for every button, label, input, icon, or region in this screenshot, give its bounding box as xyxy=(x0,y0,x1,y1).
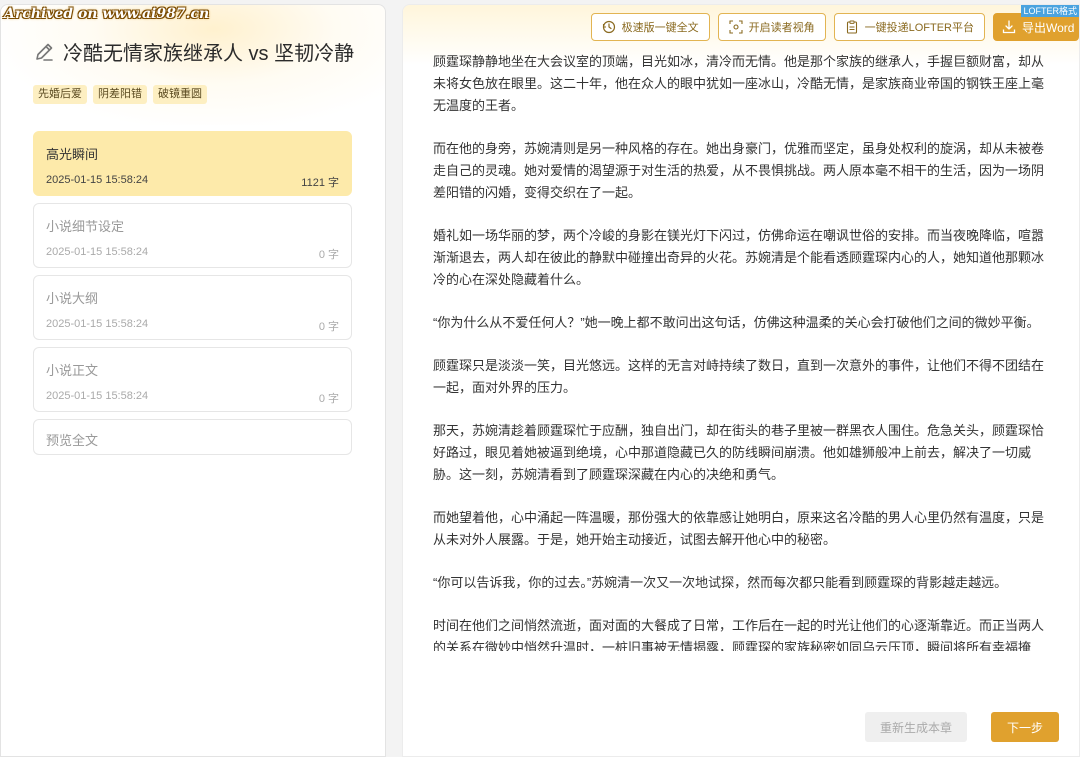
section-word-count: 1121 字 xyxy=(301,177,339,189)
paragraph: 时间在他们之间悄然流逝，面对面的大餐成了日常，工作后在一起的时光让他们的心逐渐靠… xyxy=(433,618,1045,651)
content-panel: LOFTER格式 极速版一键全文 开启读者视角 一键投递LOFTER平台 导出W… xyxy=(402,4,1080,757)
lofter-format-badge: LOFTER格式 xyxy=(1021,5,1079,17)
export-word-label: 导出Word xyxy=(1022,20,1075,35)
paragraph: 而她望着他，心中涌起一阵温暖，那份强大的依靠感让她明白，原来这名冷酷的男人心里仍… xyxy=(433,510,1045,547)
export-word-button[interactable]: 导出Word xyxy=(993,13,1079,41)
section-title: 高光瞬间 xyxy=(46,147,99,162)
paragraph: 顾霆琛静静地坐在大会议室的顶端，目光如冰，清冷而无情。他是那个家族的继承人，手握… xyxy=(433,54,1045,113)
section-title: 小说大纲 xyxy=(46,291,99,306)
lofter-submit-button[interactable]: 一键投递LOFTER平台 xyxy=(833,13,985,41)
quick-full-text-button[interactable]: 极速版一键全文 xyxy=(590,13,710,41)
paragraph: 而在他的身旁，苏婉清则是另一种风格的存在。她出身豪门，优雅而坚定，虽身处权利的旋… xyxy=(433,141,1045,200)
preview-full-text-button[interactable]: 预览全文 xyxy=(33,419,352,455)
story-header: 冷酷无情家族继承人 vs 坚韧冷静 xyxy=(33,37,354,66)
tag: 破镜重圆 xyxy=(153,85,207,104)
section-date: 2025-01-15 15:58:24 xyxy=(46,318,149,330)
preview-label: 预览全文 xyxy=(46,433,99,448)
section-date: 2025-01-15 15:58:24 xyxy=(46,174,149,186)
toolbar: 极速版一键全文 开启读者视角 一键投递LOFTER平台 导出Word xyxy=(590,13,1079,41)
section-word-count: 0 字 xyxy=(318,249,339,261)
section-title: 小说正文 xyxy=(46,363,99,378)
section-card-outline[interactable]: 小说大纲 2025-01-15 15:58:24 0 字 xyxy=(33,275,352,340)
tag-list: 先婚后爱 阴差阳错 破镜重圆 xyxy=(33,85,207,104)
scan-eye-icon xyxy=(729,20,743,34)
reader-view-button[interactable]: 开启读者视角 xyxy=(717,13,826,41)
section-word-count: 0 字 xyxy=(318,393,339,405)
section-card-details[interactable]: 小说细节设定 2025-01-15 15:58:24 0 字 xyxy=(33,203,352,268)
story-title: 冷酷无情家族继承人 vs 坚韧冷静 xyxy=(63,43,355,65)
paragraph: “你为什么从不爱任何人？”她一晚上都不敢问出这句话，仿佛这种温柔的关心会打破他们… xyxy=(433,315,1040,330)
lofter-submit-label: 一键投递LOFTER平台 xyxy=(864,22,974,34)
left-sidebar: 冷酷无情家族继承人 vs 坚韧冷静 先婚后爱 阴差阳错 破镜重圆 高光瞬间 20… xyxy=(0,4,386,757)
download-icon xyxy=(1002,20,1016,34)
tag: 先婚后爱 xyxy=(33,85,87,104)
quick-full-text-label: 极速版一键全文 xyxy=(621,22,699,34)
section-date: 2025-01-15 15:58:24 xyxy=(46,390,149,402)
reader-view-label: 开启读者视角 xyxy=(748,22,815,34)
clipboard-icon xyxy=(845,20,859,34)
chapter-text: 顾霆琛静静地坐在大会议室的顶端，目光如冰，清冷而无情。他是那个家族的继承人，手握… xyxy=(433,51,1047,651)
section-card-highlight[interactable]: 高光瞬间 2025-01-15 15:58:24 1121 字 xyxy=(33,131,352,196)
regenerate-chapter-button[interactable]: 重新生成本章 xyxy=(865,712,967,742)
section-card-body[interactable]: 小说正文 2025-01-15 15:58:24 0 字 xyxy=(33,347,352,412)
tag: 阴差阳错 xyxy=(93,85,147,104)
paragraph: 那天，苏婉清趁着顾霆琛忙于应酬，独自出门，却在街头的巷子里被一群黑衣人围住。危急… xyxy=(433,423,1045,482)
paragraph: 顾霆琛只是淡淡一笑，目光悠远。这样的无言对峙持续了数日，直到一次意外的事件，让他… xyxy=(433,358,1045,395)
rewind-clock-icon xyxy=(602,20,616,34)
section-date: 2025-01-15 15:58:24 xyxy=(46,246,149,258)
next-step-button[interactable]: 下一步 xyxy=(991,712,1059,742)
section-word-count: 0 字 xyxy=(318,321,339,333)
pencil-edit-icon[interactable] xyxy=(33,41,55,63)
section-list: 高光瞬间 2025-01-15 15:58:24 1121 字 小说细节设定 2… xyxy=(33,131,352,462)
section-title: 小说细节设定 xyxy=(46,219,125,234)
action-bar: 重新生成本章 下一步 xyxy=(865,712,1059,742)
paragraph: 婚礼如一场华丽的梦，两个冷峻的身影在镁光灯下闪过，仿佛命运在嘲讽世俗的安排。而当… xyxy=(433,228,1045,287)
watermark-text: Archived on www.ai987.cn xyxy=(4,6,210,22)
paragraph: “你可以告诉我，你的过去。”苏婉清一次又一次地试探，然而每次都只能看到顾霆琛的背… xyxy=(433,575,1008,590)
